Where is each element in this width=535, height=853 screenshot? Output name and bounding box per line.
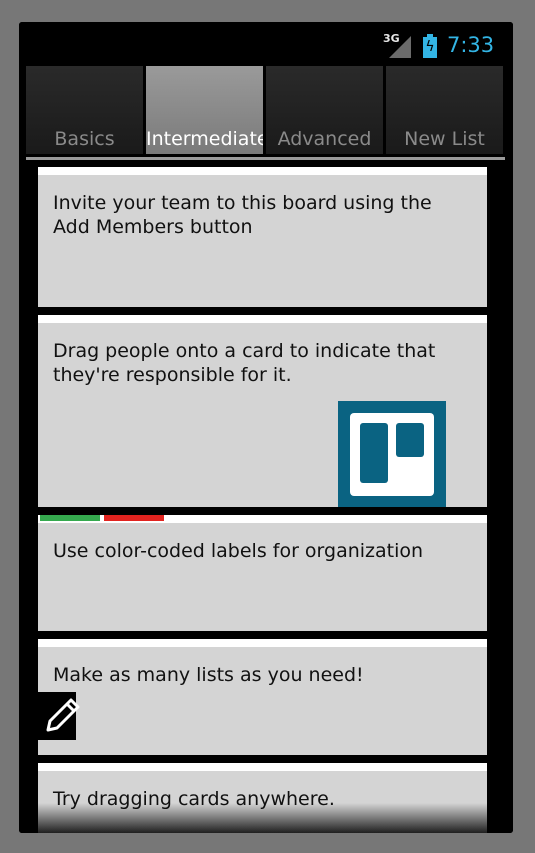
battery-charging-icon: ϟ [423, 34, 437, 58]
label-green [40, 515, 100, 521]
tab-underline [26, 157, 505, 160]
signal-3g-icon: 3G [383, 32, 411, 58]
network-type-label: 3G [383, 32, 400, 45]
card-text: Invite your team to this board using the… [53, 192, 432, 238]
status-clock: 7:33 [447, 33, 495, 57]
tab-label: Intermediate [146, 128, 263, 150]
status-bar: 3G ϟ 7:33 [19, 22, 513, 66]
card-text: Make as many lists as you need! [53, 664, 364, 686]
card-list[interactable]: Invite your team to this board using the… [19, 161, 513, 833]
trello-logo-icon [338, 401, 446, 507]
tab-label: New List [404, 128, 485, 150]
phone-screen: 3G ϟ 7:33 Basics Intermediate Advanced N… [19, 22, 513, 833]
card[interactable]: Make as many lists as you need! [38, 639, 487, 755]
tab-new-list[interactable]: New List [386, 66, 503, 154]
card[interactable]: Drag people onto a card to indicate that… [38, 315, 487, 507]
edit-icon[interactable] [38, 692, 80, 740]
card-labels [40, 515, 240, 521]
tab-label: Advanced [277, 128, 372, 150]
tab-advanced[interactable]: Advanced [266, 66, 383, 154]
tab-basics[interactable]: Basics [26, 66, 143, 154]
card[interactable]: Use color-coded labels for organization [38, 515, 487, 631]
card-text: Drag people onto a card to indicate that… [53, 340, 436, 386]
label-red [104, 515, 164, 521]
card-text: Use color-coded labels for organization [53, 540, 424, 562]
scroll-fade [19, 803, 513, 833]
card[interactable]: Invite your team to this board using the… [38, 167, 487, 307]
tab-bar: Basics Intermediate Advanced New List [19, 66, 513, 161]
tab-intermediate[interactable]: Intermediate [146, 66, 263, 154]
tab-label: Basics [54, 128, 115, 150]
